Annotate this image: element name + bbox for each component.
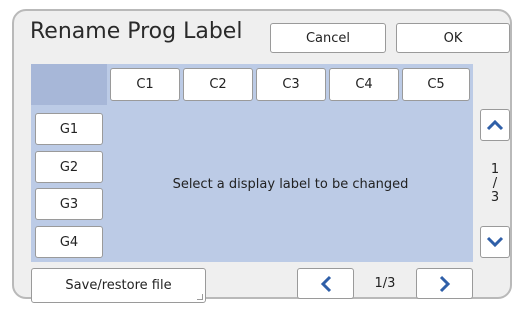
group-header-g4[interactable]: G4 xyxy=(35,226,103,258)
instruction-text: Select a display label to be changed xyxy=(172,176,409,192)
side-page-separator: / xyxy=(492,176,498,191)
cancel-button[interactable]: Cancel xyxy=(270,23,386,53)
column-header-c1[interactable]: C1 xyxy=(110,68,180,101)
next-page-button[interactable] xyxy=(416,268,473,299)
side-page-indicator: 1 / 3 xyxy=(480,163,510,205)
side-page-total: 3 xyxy=(490,190,500,205)
chevron-right-icon xyxy=(439,275,451,293)
column-header-c3[interactable]: C3 xyxy=(256,68,326,101)
column-header-c5[interactable]: C5 xyxy=(402,68,470,101)
scroll-down-button[interactable] xyxy=(480,226,510,258)
scroll-up-button[interactable] xyxy=(480,109,510,141)
dropdown-corner-icon xyxy=(197,294,203,300)
chevron-up-icon xyxy=(486,119,504,131)
header-corner xyxy=(31,64,107,105)
save-restore-file-button[interactable]: Save/restore file xyxy=(31,268,206,303)
save-restore-file-label: Save/restore file xyxy=(65,278,172,293)
previous-page-button[interactable] xyxy=(297,268,354,299)
dialog-title: Rename Prog Label xyxy=(30,19,243,44)
column-header-c4[interactable]: C4 xyxy=(329,68,399,101)
group-header-g3[interactable]: G3 xyxy=(35,188,103,220)
chevron-left-icon xyxy=(320,275,332,293)
group-header-g2[interactable]: G2 xyxy=(35,151,103,183)
chevron-down-icon xyxy=(486,236,504,248)
ok-button[interactable]: OK xyxy=(396,23,510,53)
label-grid[interactable]: Select a display label to be changed xyxy=(108,106,473,262)
group-header-g1[interactable]: G1 xyxy=(35,113,103,145)
side-page-current: 1 xyxy=(490,162,500,177)
footer-page-indicator: 1/3 xyxy=(374,276,396,291)
column-header-c2[interactable]: C2 xyxy=(183,68,253,101)
